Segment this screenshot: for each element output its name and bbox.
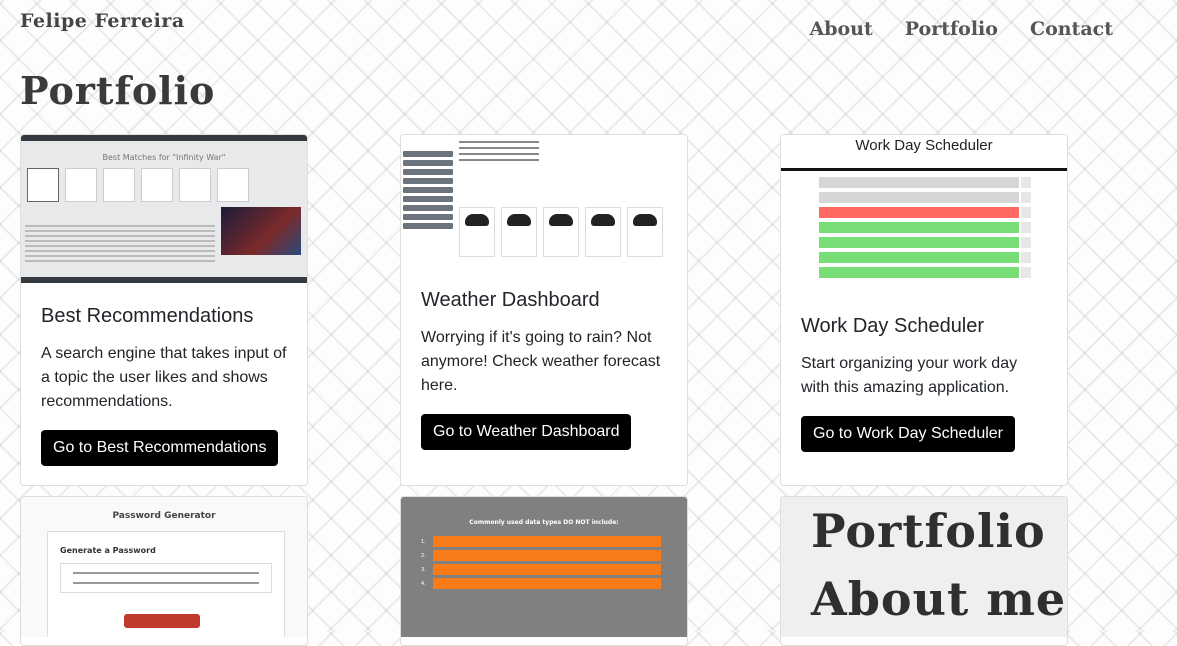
project-screenshot-work-day-scheduler: Work Day Scheduler: [781, 135, 1067, 295]
card-title: Weather Dashboard: [421, 289, 600, 311]
project-screenshot-code-quiz: Commonly used data types DO NOT include:…: [401, 497, 687, 637]
main-nav: About Portfolio Contact: [809, 18, 1113, 40]
brand-logo[interactable]: Felipe Ferreira: [20, 10, 185, 32]
card-description: Start organizing your work day with this…: [801, 355, 1018, 396]
quiz-answer-option: [433, 550, 661, 561]
project-card-portfolio: Portfolio About me: [780, 496, 1068, 646]
quiz-answer-option: [433, 536, 661, 547]
quiz-answer-option: [433, 564, 661, 575]
go-to-work-day-scheduler-button[interactable]: Go to Work Day Scheduler: [801, 416, 1016, 452]
project-card-password-generator: Password Generator Generate a Password: [20, 496, 308, 646]
nav-portfolio[interactable]: Portfolio: [905, 18, 998, 40]
portfolio-screenshot-line: About me: [811, 572, 1067, 626]
project-card-best-recommendations: Best Matches for "Infinity War" Best Rec…: [20, 134, 308, 486]
card-title: Work Day Scheduler: [801, 315, 985, 337]
nav-about[interactable]: About: [809, 18, 872, 40]
password-screenshot-subtitle: Generate a Password: [60, 546, 156, 555]
project-card-work-day-scheduler: Work Day Scheduler Work Day Scheduler St…: [780, 134, 1068, 486]
quiz-answer-option: [433, 578, 661, 589]
go-to-weather-dashboard-button[interactable]: Go to Weather Dashboard: [421, 414, 632, 450]
nav-contact[interactable]: Contact: [1030, 18, 1113, 40]
portfolio-screenshot-line: Portfolio: [811, 504, 1046, 558]
password-screenshot-title: Password Generator: [112, 511, 216, 521]
card-description: Worrying if it's going to rain? Not anym…: [421, 329, 661, 394]
project-screenshot-weather-dashboard: [401, 135, 687, 265]
project-screenshot-best-recommendations: Best Matches for "Infinity War": [21, 135, 307, 283]
quiz-screenshot-question: Commonly used data types DO NOT include:: [469, 519, 619, 526]
project-screenshot-portfolio: Portfolio About me: [781, 497, 1067, 637]
go-to-best-recommendations-button[interactable]: Go to Best Recommendations: [41, 430, 279, 466]
page-title: Portfolio: [20, 68, 216, 113]
project-card-code-quiz: Commonly used data types DO NOT include:…: [400, 496, 688, 646]
scheduler-screenshot-title: Work Day Scheduler: [855, 137, 993, 154]
card-title: Best Recommendations: [41, 305, 254, 327]
project-screenshot-password-generator: Password Generator Generate a Password: [21, 497, 307, 637]
card-description: A search engine that takes input of a to…: [41, 345, 287, 410]
project-card-weather-dashboard: Weather Dashboard Worrying if it's going…: [400, 134, 688, 486]
